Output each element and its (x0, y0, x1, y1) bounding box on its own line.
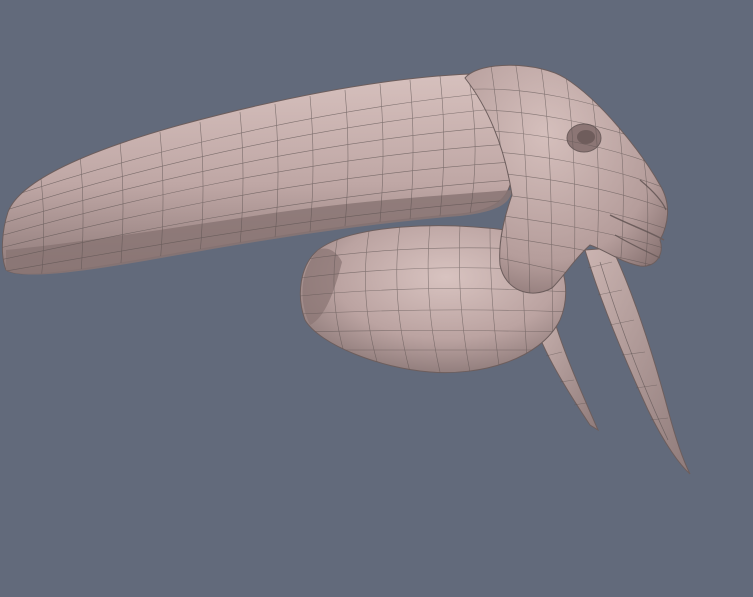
mesh-render (0, 0, 753, 597)
3d-viewport[interactable] (0, 0, 753, 597)
